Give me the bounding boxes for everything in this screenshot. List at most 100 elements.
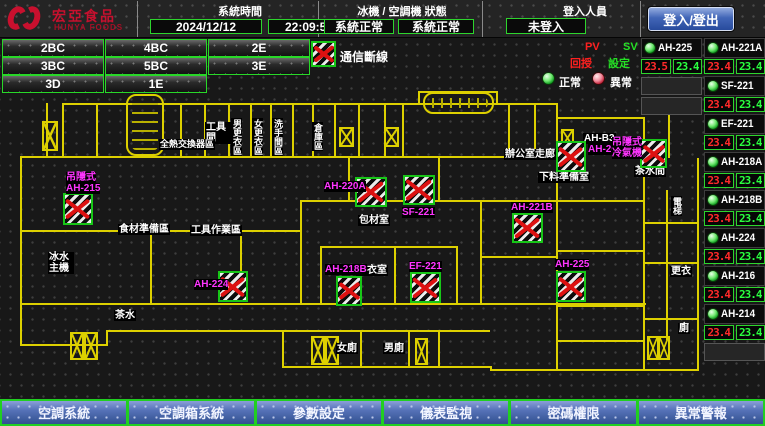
nav-parameter-settings-button[interactable]: 參數設定 (255, 399, 382, 426)
room-label: 食材準備區 (118, 224, 170, 235)
elevator-x-icon (70, 332, 84, 360)
unit-status-led-icon (707, 270, 719, 282)
unit-sv-value: 23.4 (736, 173, 765, 188)
comm-loss-legend-label: 通信斷線 (340, 48, 388, 65)
unit-name: AH-214 (721, 308, 755, 320)
nav-ahu-system-button[interactable]: 空調箱系統 (127, 399, 254, 426)
unit-pv-value: 23.4 (704, 59, 734, 74)
device-comm-loss-icon[interactable] (512, 213, 543, 243)
wall-segment (282, 366, 492, 368)
unit-sv-value: 23.4 (736, 59, 765, 74)
unit-values: 23.4 23.4 (704, 97, 765, 112)
wall-segment (20, 156, 22, 346)
unit-status-led-icon (707, 80, 719, 92)
room-label: 女更衣區 (252, 118, 263, 156)
device-label: AH-224 (194, 279, 228, 290)
device-label: 吊隱式 (66, 172, 96, 183)
unit-status-led-icon (707, 232, 719, 244)
elevator-x-icon (311, 336, 325, 365)
floor-button-3bc[interactable]: 3BC (2, 57, 104, 75)
sv-label: SV (623, 41, 638, 53)
floor-button-4bc[interactable]: 4BC (105, 39, 207, 57)
unit-row-ah-221a[interactable]: AH-221A (704, 38, 765, 58)
elevator-x-icon (84, 332, 98, 360)
normal-legend-label: 正常 (559, 74, 581, 90)
room-label: 包材室 (358, 215, 390, 226)
unit-row-ah-224[interactable]: AH-224 (704, 228, 765, 248)
device-label: AH-220A (324, 181, 366, 192)
wall-segment (558, 305, 644, 307)
wall-segment (106, 330, 108, 346)
device-comm-loss-icon[interactable] (556, 271, 586, 302)
device-label: AH-225 (555, 259, 589, 270)
unit-name: AH-216 (721, 270, 755, 282)
unit-status-led-icon (707, 118, 719, 130)
unit-row-ah-225[interactable]: AH-225 (641, 38, 702, 58)
room-label: 全熱交換器區 (159, 139, 215, 150)
unit-row-ah-218b[interactable]: AH-218B (704, 190, 765, 210)
unit-name: SF-221 (721, 80, 753, 92)
unit-row-ah-218a[interactable]: AH-218A (704, 152, 765, 172)
unit-row-ah-214[interactable]: AH-214 (704, 304, 765, 324)
bottom-nav: 空調系統 空調箱系統 參數設定 儀表監視 密碼權限 異常警報 (0, 399, 765, 426)
unit-pv-value: 23.4 (704, 97, 734, 112)
unit-values: 23.4 23.4 (704, 173, 765, 188)
wall-segment (96, 103, 98, 156)
room-label: AH-B3 (583, 133, 616, 144)
empty-slot (641, 77, 702, 95)
header-divider (482, 1, 483, 37)
nav-meter-monitor-button[interactable]: 儀表監視 (382, 399, 509, 426)
unit-values: 23.4 23.4 (704, 249, 765, 264)
login-logout-button[interactable]: 登入/登出 (648, 7, 734, 31)
elevator-x-icon (658, 336, 670, 360)
wall-segment (558, 340, 644, 342)
floor-button-3e[interactable]: 3E (208, 57, 310, 75)
device-label: 冷氣機 (612, 148, 642, 159)
device-comm-loss-icon[interactable] (640, 139, 667, 168)
wall-segment (438, 156, 440, 202)
system-time-label: 系統時間 (150, 3, 330, 19)
floor-button-2bc[interactable]: 2BC (2, 39, 104, 57)
wall-segment (394, 246, 396, 305)
wall-segment (300, 200, 302, 305)
sv-name-label: 設定 (608, 55, 630, 71)
unit-row-ef-221[interactable]: EF-221 (704, 114, 765, 134)
unit-status-led-icon (707, 194, 719, 206)
device-comm-loss-icon[interactable] (336, 276, 362, 306)
floor-button-3d[interactable]: 3D (2, 75, 104, 93)
brand-subtitle: HUNYA FOODS (54, 23, 123, 32)
unit-sv-value: 23.4 (673, 59, 703, 74)
unit-row-ah-216[interactable]: AH-216 (704, 266, 765, 286)
unit-values: 23.4 23.4 (704, 59, 765, 74)
wall-segment (402, 103, 404, 156)
device-comm-loss-icon[interactable] (63, 193, 93, 225)
floor-button-2e[interactable]: 2E (208, 39, 310, 57)
unit-name: AH-225 (658, 42, 692, 54)
device-comm-loss-icon[interactable] (556, 141, 586, 172)
wall-segment (106, 330, 284, 332)
wall-segment (558, 250, 644, 252)
device-comm-loss-icon[interactable] (410, 272, 441, 303)
unit-pv-value: 23.4 (704, 135, 734, 150)
empty-slot (704, 343, 765, 361)
unit-row-sf-221[interactable]: SF-221 (704, 76, 765, 96)
system-date-value: 2024/12/12 (150, 19, 262, 34)
wall-segment (20, 303, 646, 305)
unit-values: 23.5 23.4 (641, 59, 702, 74)
abnormal-legend-label: 異常 (610, 74, 632, 90)
unit-status-led-icon (707, 156, 719, 168)
room-label: 工具作業區 (190, 225, 242, 236)
chiller-status-value: 系統正常 (324, 19, 394, 34)
unit-name: AH-218B (721, 194, 762, 206)
room-label: 廁 (678, 323, 690, 334)
device-comm-loss-icon[interactable] (403, 175, 435, 205)
nav-ac-system-button[interactable]: 空調系統 (0, 399, 127, 426)
unit-name: EF-221 (721, 118, 753, 130)
wall-segment (645, 262, 698, 264)
nav-password-permission-button[interactable]: 密碼權限 (509, 399, 636, 426)
floor-button-5bc[interactable]: 5BC (105, 57, 207, 75)
nav-alarm-button[interactable]: 異常警報 (637, 399, 765, 426)
wall-segment (490, 369, 699, 371)
floor-button-1e[interactable]: 1E (105, 75, 207, 93)
wall-segment (334, 103, 336, 156)
